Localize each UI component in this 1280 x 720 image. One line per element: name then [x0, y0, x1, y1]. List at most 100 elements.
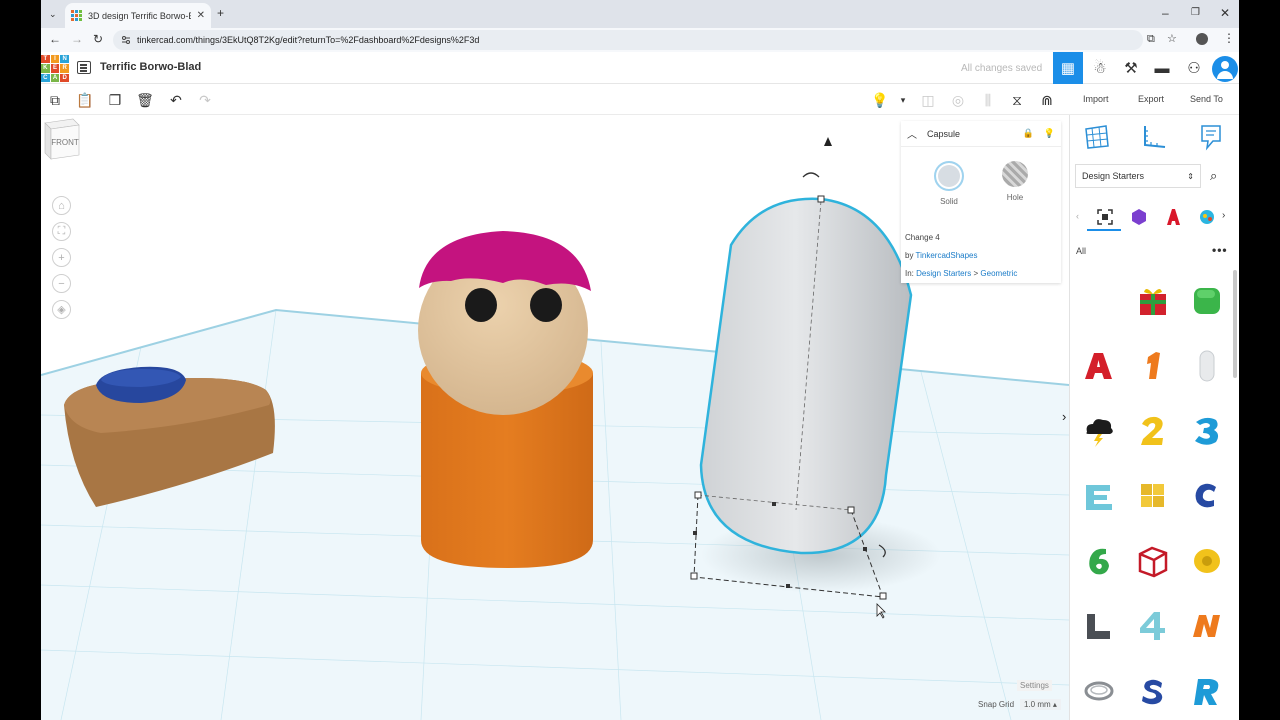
height-handle[interactable]	[817, 195, 825, 203]
rotate-handle-icon[interactable]	[802, 172, 820, 178]
import-button[interactable]: Import	[1083, 94, 1109, 104]
fit-view-icon[interactable]: ⛶	[52, 222, 71, 241]
minimize-icon[interactable]: –	[1162, 7, 1169, 19]
blocks-mode-icon[interactable]: ☃	[1085, 52, 1115, 84]
shape-tile[interactable]	[1072, 333, 1126, 398]
site-info-icon[interactable]	[121, 35, 131, 45]
shape-tile[interactable]	[1180, 528, 1234, 593]
send-to-button[interactable]: Send To	[1190, 94, 1223, 104]
ungroup-icon[interactable]: ◎	[949, 91, 967, 109]
notes-icon[interactable]	[1197, 123, 1225, 151]
copy-icon[interactable]: ⧉	[46, 91, 64, 109]
shape-tile[interactable]	[1126, 398, 1180, 463]
restore-icon[interactable]: ❐	[1191, 7, 1200, 19]
search-icon[interactable]: ⌕	[1210, 168, 1217, 184]
cruise-magnet-icon[interactable]: ⋒	[1038, 91, 1056, 109]
library-select[interactable]: Design Starters ⇕	[1075, 164, 1201, 188]
head-sphere[interactable]	[418, 231, 591, 415]
shape-tile[interactable]	[1072, 593, 1126, 658]
solid-option[interactable]: Solid	[934, 161, 964, 206]
view-cube[interactable]: FRONT	[41, 115, 83, 161]
collapse-panel-icon[interactable]: ›	[1062, 409, 1066, 424]
scroll-left-icon[interactable]: ‹	[1076, 211, 1079, 221]
all-shapes-tab-icon[interactable]	[1096, 208, 1114, 226]
duplicate-icon[interactable]: ❐	[106, 91, 124, 109]
reload-icon[interactable]: ↻	[93, 33, 103, 45]
shape-tile[interactable]	[1126, 658, 1180, 720]
hole-swatch[interactable]	[1002, 161, 1028, 187]
new-tab-icon[interactable]: +	[217, 7, 224, 19]
shape-tile[interactable]	[1072, 528, 1126, 593]
shape-tile[interactable]	[1180, 398, 1234, 463]
hole-option[interactable]: Hole	[1002, 161, 1028, 206]
settings-button[interactable]: Settings	[1017, 680, 1052, 691]
tab-search-icon[interactable]: ⌄	[49, 8, 57, 20]
add-user-icon[interactable]: ⚇	[1179, 52, 1209, 84]
undo-icon[interactable]: ↶	[167, 91, 185, 109]
author-link[interactable]: TinkercadShapes	[916, 251, 978, 260]
bricks-mode-icon[interactable]: ▬	[1147, 52, 1177, 84]
edge-handle[interactable]	[786, 584, 790, 588]
collection-link[interactable]: Design Starters	[916, 269, 971, 278]
zoom-out-icon[interactable]: −	[52, 274, 71, 293]
paste-icon[interactable]: 📋	[76, 91, 94, 109]
export-button[interactable]: Export	[1138, 94, 1164, 104]
shape-tile[interactable]	[1180, 268, 1234, 333]
shape-tile[interactable]	[1126, 268, 1180, 333]
edge-handle[interactable]	[772, 502, 776, 506]
user-avatar[interactable]	[1212, 56, 1238, 82]
category-link[interactable]: Geometric	[980, 269, 1017, 278]
back-icon[interactable]: ←	[49, 33, 61, 45]
forward-icon[interactable]: →	[71, 33, 83, 45]
edge-handle[interactable]	[863, 547, 867, 551]
lock-icon[interactable]: 🔒	[1023, 128, 1034, 139]
design-list-icon[interactable]	[77, 61, 91, 74]
group-icon[interactable]: ◫	[919, 91, 937, 109]
polygon-tab-icon[interactable]	[1130, 208, 1148, 226]
solid-swatch[interactable]	[934, 161, 964, 191]
shape-tile[interactable]	[1180, 658, 1234, 720]
zoom-in-icon[interactable]: +	[52, 248, 71, 267]
shape-tile[interactable]	[1126, 333, 1180, 398]
corner-handle[interactable]	[847, 506, 855, 514]
browser-menu-icon[interactable]: ⋮	[1223, 32, 1235, 44]
shape-tile[interactable]	[1180, 593, 1234, 658]
note-dropdown-icon[interactable]: ▾	[894, 91, 912, 109]
collapse-inspector-icon[interactable]: ︿	[907, 126, 917, 141]
profile-icon[interactable]	[1196, 33, 1208, 45]
redo-icon[interactable]: ↷	[196, 91, 214, 109]
sim-lab-icon[interactable]: ⚒	[1116, 52, 1146, 84]
snap-grid-select[interactable]: 1.0 mm ▴	[1020, 699, 1061, 710]
shape-tile[interactable]	[1072, 658, 1126, 720]
url-field[interactable]: tinkercad.com/things/3EkUtQ8T2Kg/edit?re…	[113, 30, 1143, 50]
cast-icon[interactable]: ⧉	[1147, 33, 1155, 45]
3d-view-grid-icon[interactable]: ▦	[1053, 52, 1083, 84]
shape-tile[interactable]	[1180, 463, 1234, 528]
shape-tile[interactable]	[1126, 528, 1180, 593]
scroll-right-icon[interactable]: ›	[1222, 210, 1225, 221]
align-icon[interactable]: ⫼	[979, 91, 997, 109]
capsule-shape[interactable]	[697, 197, 913, 555]
tinkercad-logo[interactable]: T I N K E R C A D	[41, 55, 69, 82]
home-view-icon[interactable]: ⌂	[52, 196, 71, 215]
shape-tile[interactable]	[1180, 333, 1234, 398]
project-name[interactable]: Terrific Borwo-Blad	[100, 61, 201, 73]
browser-tab[interactable]: 3D design Terrific Borwo-Blad ✕	[65, 3, 211, 28]
lift-arrow-icon[interactable]	[824, 137, 832, 146]
light-bulb-icon[interactable]: 💡	[1044, 128, 1055, 139]
shape-tile[interactable]	[1126, 593, 1180, 658]
more-options-icon[interactable]: •••	[1212, 243, 1228, 257]
close-tab-icon[interactable]: ✕	[197, 10, 205, 21]
panel-scrollbar[interactable]	[1233, 270, 1237, 378]
shape-tile[interactable]	[1126, 463, 1180, 528]
shape-tile[interactable]	[1072, 463, 1126, 528]
workplane-icon[interactable]	[1083, 123, 1111, 151]
note-bulb-icon[interactable]: 💡	[871, 91, 889, 109]
corner-handle[interactable]	[879, 592, 887, 600]
close-window-icon[interactable]: ✕	[1220, 7, 1230, 19]
corner-handle[interactable]	[694, 491, 702, 499]
edge-handle[interactable]	[693, 531, 697, 535]
perspective-icon[interactable]: ◈	[52, 300, 71, 319]
shape-tile[interactable]	[1072, 398, 1126, 463]
bookmark-star-icon[interactable]: ☆	[1167, 33, 1177, 45]
